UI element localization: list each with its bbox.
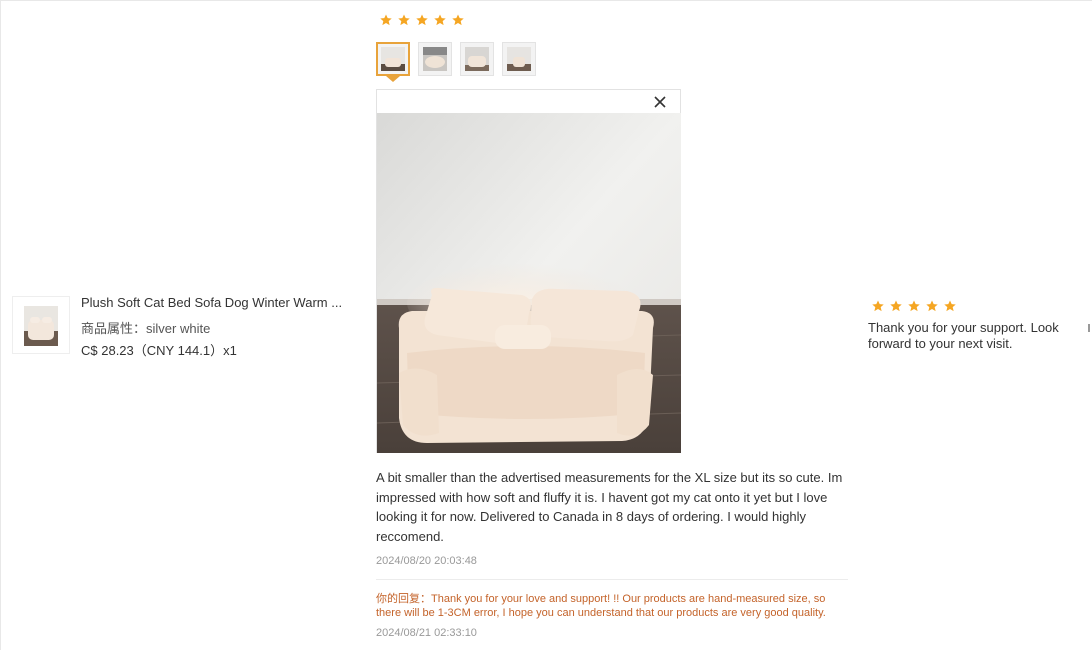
photo-thumb-image	[507, 47, 531, 71]
star-icon	[944, 300, 956, 312]
review-photo-thumb-1[interactable]	[376, 42, 410, 76]
scroll-edge-marker	[1088, 324, 1090, 332]
star-icon	[416, 14, 428, 26]
review-photo-thumb-2[interactable]	[418, 42, 452, 76]
star-icon	[908, 300, 920, 312]
review-photo-thumbnails	[376, 42, 536, 76]
reply-timestamp: 2024/08/21 02:33:10	[376, 627, 477, 639]
product-price: C$ 28.23（CNY 144.1）x1	[81, 343, 237, 358]
star-icon	[926, 300, 938, 312]
product-attribute: 商品属性：silver white	[81, 321, 211, 336]
review-text: A bit smaller than the advertised measur…	[376, 470, 843, 544]
star-icon	[398, 14, 410, 26]
photo-thumb-image	[423, 47, 447, 71]
product-info: Plush Soft Cat Bed Sofa Dog Winter Warm …	[12, 295, 352, 358]
review-timestamp: 2024/08/20 20:03:48	[376, 555, 477, 567]
reply-divider	[376, 579, 848, 580]
product-image	[24, 306, 58, 346]
review-photo	[377, 113, 681, 453]
photo-thumb-image	[381, 47, 405, 71]
star-icon	[890, 300, 902, 312]
product-title[interactable]: Plush Soft Cat Bed Sofa Dog Winter Warm …	[81, 295, 342, 310]
seller-feedback-text: Thank you for your support. Look forward…	[868, 320, 1059, 351]
seller-reply: 你的回复：Thank you for your love and support…	[376, 593, 826, 619]
active-thumb-caret	[386, 76, 400, 82]
review-rating	[379, 13, 465, 27]
star-icon	[434, 14, 446, 26]
review-photo-thumb-3[interactable]	[460, 42, 494, 76]
left-border	[0, 0, 1, 650]
product-thumbnail[interactable]	[12, 296, 70, 354]
close-icon[interactable]	[650, 92, 670, 112]
star-icon	[380, 14, 392, 26]
star-icon	[452, 14, 464, 26]
star-icon	[872, 300, 884, 312]
top-divider	[0, 0, 1092, 1]
photo-thumb-image	[465, 47, 489, 71]
review-photo-thumb-4[interactable]	[502, 42, 536, 76]
seller-rating	[871, 299, 957, 313]
